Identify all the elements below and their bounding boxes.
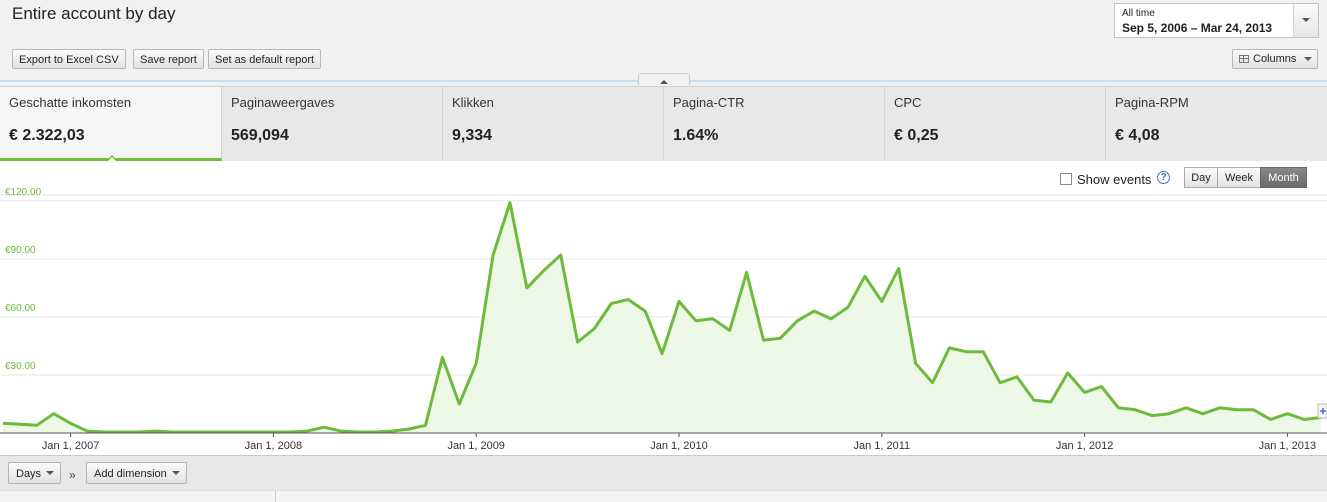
x-tick-label: Jan 1, 2009: [447, 440, 505, 452]
report-header: Entire account by day All time Sep 5, 20…: [0, 0, 1327, 82]
metric-tiles: Geschatte inkomsten € 2.322,03 Paginawee…: [0, 86, 1327, 162]
metric-value: € 2.322,03: [9, 127, 85, 144]
x-tick-label: Jan 1, 2007: [42, 440, 100, 452]
metric-value: € 0,25: [894, 127, 939, 144]
table-header-strip: [0, 490, 1327, 502]
metric-value: € 4,08: [1115, 127, 1160, 144]
chart-panel: Show events ? Day Week Month €30.00 €60.0…: [0, 161, 1327, 455]
metric-tile-clicks[interactable]: Klikken 9,334: [443, 87, 664, 161]
collapse-toggle[interactable]: [638, 73, 690, 85]
breadcrumb-separator: »: [69, 468, 76, 482]
earnings-chart: €30.00 €60.00 €90.00 €120.00 Jan 1, 2007 Jan …: [0, 187, 1327, 452]
date-range-picker[interactable]: All time Sep 5, 2006 – Mar 24, 2013: [1114, 3, 1319, 38]
metric-name: Klikken: [452, 95, 494, 110]
date-range-value: Sep 5, 2006 – Mar 24, 2013: [1122, 21, 1273, 35]
y-tick-label: €30.00: [5, 361, 36, 372]
y-tick-label: €60.00: [5, 303, 36, 314]
series-area: [3, 202, 1322, 433]
columns-button[interactable]: Columns: [1232, 49, 1318, 69]
export-csv-button[interactable]: Export to Excel CSV: [12, 49, 126, 69]
metric-value: 1.64%: [673, 127, 719, 144]
metric-name: Geschatte inkomsten: [9, 95, 132, 110]
set-default-report-button[interactable]: Set as default report: [208, 49, 322, 69]
table-columns-icon: [1239, 55, 1249, 63]
days-label: Days: [16, 468, 42, 480]
save-report-button[interactable]: Save report: [133, 49, 204, 69]
metric-tile-cpc[interactable]: CPC € 0,25: [885, 87, 1106, 161]
chevron-down-icon: [1304, 57, 1312, 65]
metric-name: CPC: [894, 95, 922, 110]
date-range-label: All time: [1122, 8, 1155, 19]
x-tick-label: Jan 1, 2012: [1056, 440, 1114, 452]
y-tick-label: €120.00: [5, 187, 42, 198]
chevron-down-icon: [172, 471, 180, 479]
x-tick-label: Jan 1, 2010: [650, 440, 708, 452]
y-tick-label: €90.00: [5, 245, 36, 256]
metric-name: Pagina-CTR: [673, 95, 745, 110]
page-title: Entire account by day: [12, 4, 176, 23]
add-dimension-dropdown[interactable]: Add dimension: [86, 462, 187, 484]
chevron-down-icon: [46, 471, 54, 479]
dimension-bar: Days » Add dimension: [0, 455, 1327, 490]
columns-label: Columns: [1253, 53, 1297, 65]
metric-tile-page-rpm[interactable]: Pagina-RPM € 4,08: [1106, 87, 1327, 161]
metric-tile-estimated-earnings[interactable]: Geschatte inkomsten € 2.322,03: [0, 87, 222, 161]
chevron-down-icon[interactable]: [1293, 4, 1318, 37]
metric-value: 9,334: [452, 127, 493, 144]
add-dimension-label: Add dimension: [94, 468, 167, 480]
metric-tile-pageviews[interactable]: Paginaweergaves 569,094: [222, 87, 443, 161]
metric-value: 569,094: [231, 127, 289, 144]
x-tick-label: Jan 1, 2013: [1259, 440, 1317, 452]
metric-name: Paginaweergaves: [231, 95, 335, 110]
column-divider: [275, 491, 276, 502]
x-tick-label: Jan 1, 2008: [245, 440, 303, 452]
metric-name: Pagina-RPM: [1115, 95, 1189, 110]
x-tick-label: Jan 1, 2011: [853, 440, 910, 452]
days-dropdown[interactable]: Days: [8, 462, 61, 484]
metric-tile-page-ctr[interactable]: Pagina-CTR 1.64%: [664, 87, 885, 161]
